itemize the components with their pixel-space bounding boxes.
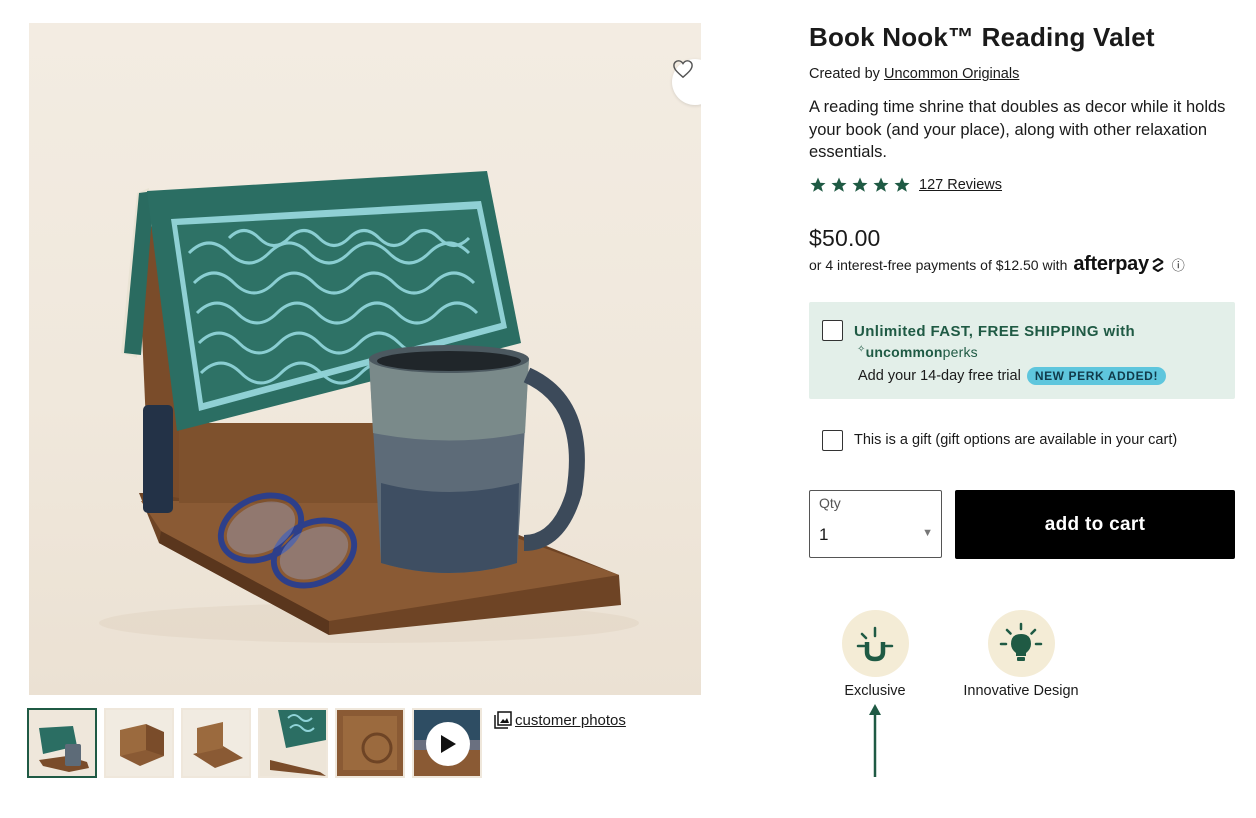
star-icon (852, 177, 868, 192)
thumbnail-image (106, 710, 172, 776)
product-illustration (99, 171, 639, 643)
rating: 127 Reviews (809, 176, 1002, 194)
star-icon (810, 177, 826, 192)
thumbnail-3[interactable] (181, 708, 251, 778)
star-icon (873, 177, 889, 192)
feature-exclusive: Exclusive (838, 610, 912, 699)
new-perk-badge: NEW PERK ADDED! (1026, 367, 1167, 385)
heart-icon (673, 60, 693, 79)
thumbnail-image (183, 710, 249, 776)
perks-trial: Add your 14-day free trial NEW PERK ADDE… (858, 367, 1167, 385)
thumbnail-4[interactable] (258, 708, 328, 778)
arrow-up-icon (869, 704, 881, 777)
afterpay-logo: afterpay (1073, 253, 1149, 275)
thumbnail-strip (27, 708, 482, 778)
add-to-cart-button[interactable]: add to cart (955, 490, 1235, 559)
feature-innovative-design: Innovative Design (955, 610, 1087, 699)
creator-link[interactable]: Uncommon Originals (884, 66, 1019, 82)
product-price: $50.00 (809, 225, 881, 251)
photo-gallery-icon (494, 711, 512, 729)
thumbnail-1[interactable] (27, 708, 97, 778)
lightbulb-icon (999, 622, 1043, 661)
play-icon (441, 735, 456, 753)
product-description: A reading time shrine that doubles as de… (809, 98, 1226, 161)
perks-trial-text: Add your 14-day free trial (858, 368, 1021, 384)
thumbnail-5[interactable] (335, 708, 405, 778)
sparkle-icon: ✧ (857, 344, 866, 355)
thumbnail-image (337, 710, 403, 776)
thumbnail-video[interactable] (412, 708, 482, 778)
perks-panel: Unlimited FAST, FREE SHIPPING with ✧unco… (809, 302, 1235, 399)
star-rating (809, 176, 911, 194)
created-by-prefix: Created by (809, 66, 880, 82)
customer-photos-label: customer photos (515, 711, 626, 729)
created-by: Created by Uncommon Originals (809, 66, 1019, 82)
reviews-link[interactable]: 127 Reviews (919, 177, 1002, 193)
video-play-button[interactable] (426, 722, 470, 766)
quantity-select[interactable]: Qty 1 ▼ (809, 490, 942, 558)
star-icon (894, 177, 910, 192)
chevron-down-icon: ▼ (922, 527, 933, 539)
installments-text: or 4 interest-free payments of $12.50 wi… (809, 256, 1068, 273)
info-icon[interactable]: ⓘ (1172, 258, 1185, 273)
gift-checkbox[interactable] (822, 430, 843, 451)
perks-checkbox[interactable] (822, 320, 843, 341)
perks-brand-bold: uncommon (865, 344, 943, 360)
thumbnail-image (29, 710, 95, 776)
afterpay-arrows-icon (1152, 257, 1164, 272)
feature-icon-circle (841, 610, 909, 677)
quantity-value: 1 (819, 525, 829, 544)
perks-brand-light: perks (942, 344, 978, 360)
gift-label: This is a gift (gift options are availab… (854, 432, 1178, 448)
product-title: Book Nook™ Reading Valet (809, 22, 1155, 52)
thumbnail-image (260, 710, 326, 776)
feature-label: Innovative Design (963, 683, 1079, 699)
star-icon (831, 177, 847, 192)
feature-icon-circle (987, 610, 1055, 677)
afterpay-installments: or 4 interest-free payments of $12.50 wi… (809, 253, 1185, 276)
quantity-label: Qty (819, 495, 841, 511)
thumbnail-2[interactable] (104, 708, 174, 778)
perks-headline: Unlimited FAST, FREE SHIPPING with (854, 323, 1136, 340)
main-product-image[interactable] (29, 23, 701, 695)
customer-photos-link[interactable]: customer photos (494, 711, 626, 729)
feature-label: Exclusive (844, 683, 906, 699)
perks-brand-logo: ✧uncommonperks (857, 344, 978, 360)
exclusive-u-icon (856, 626, 894, 661)
